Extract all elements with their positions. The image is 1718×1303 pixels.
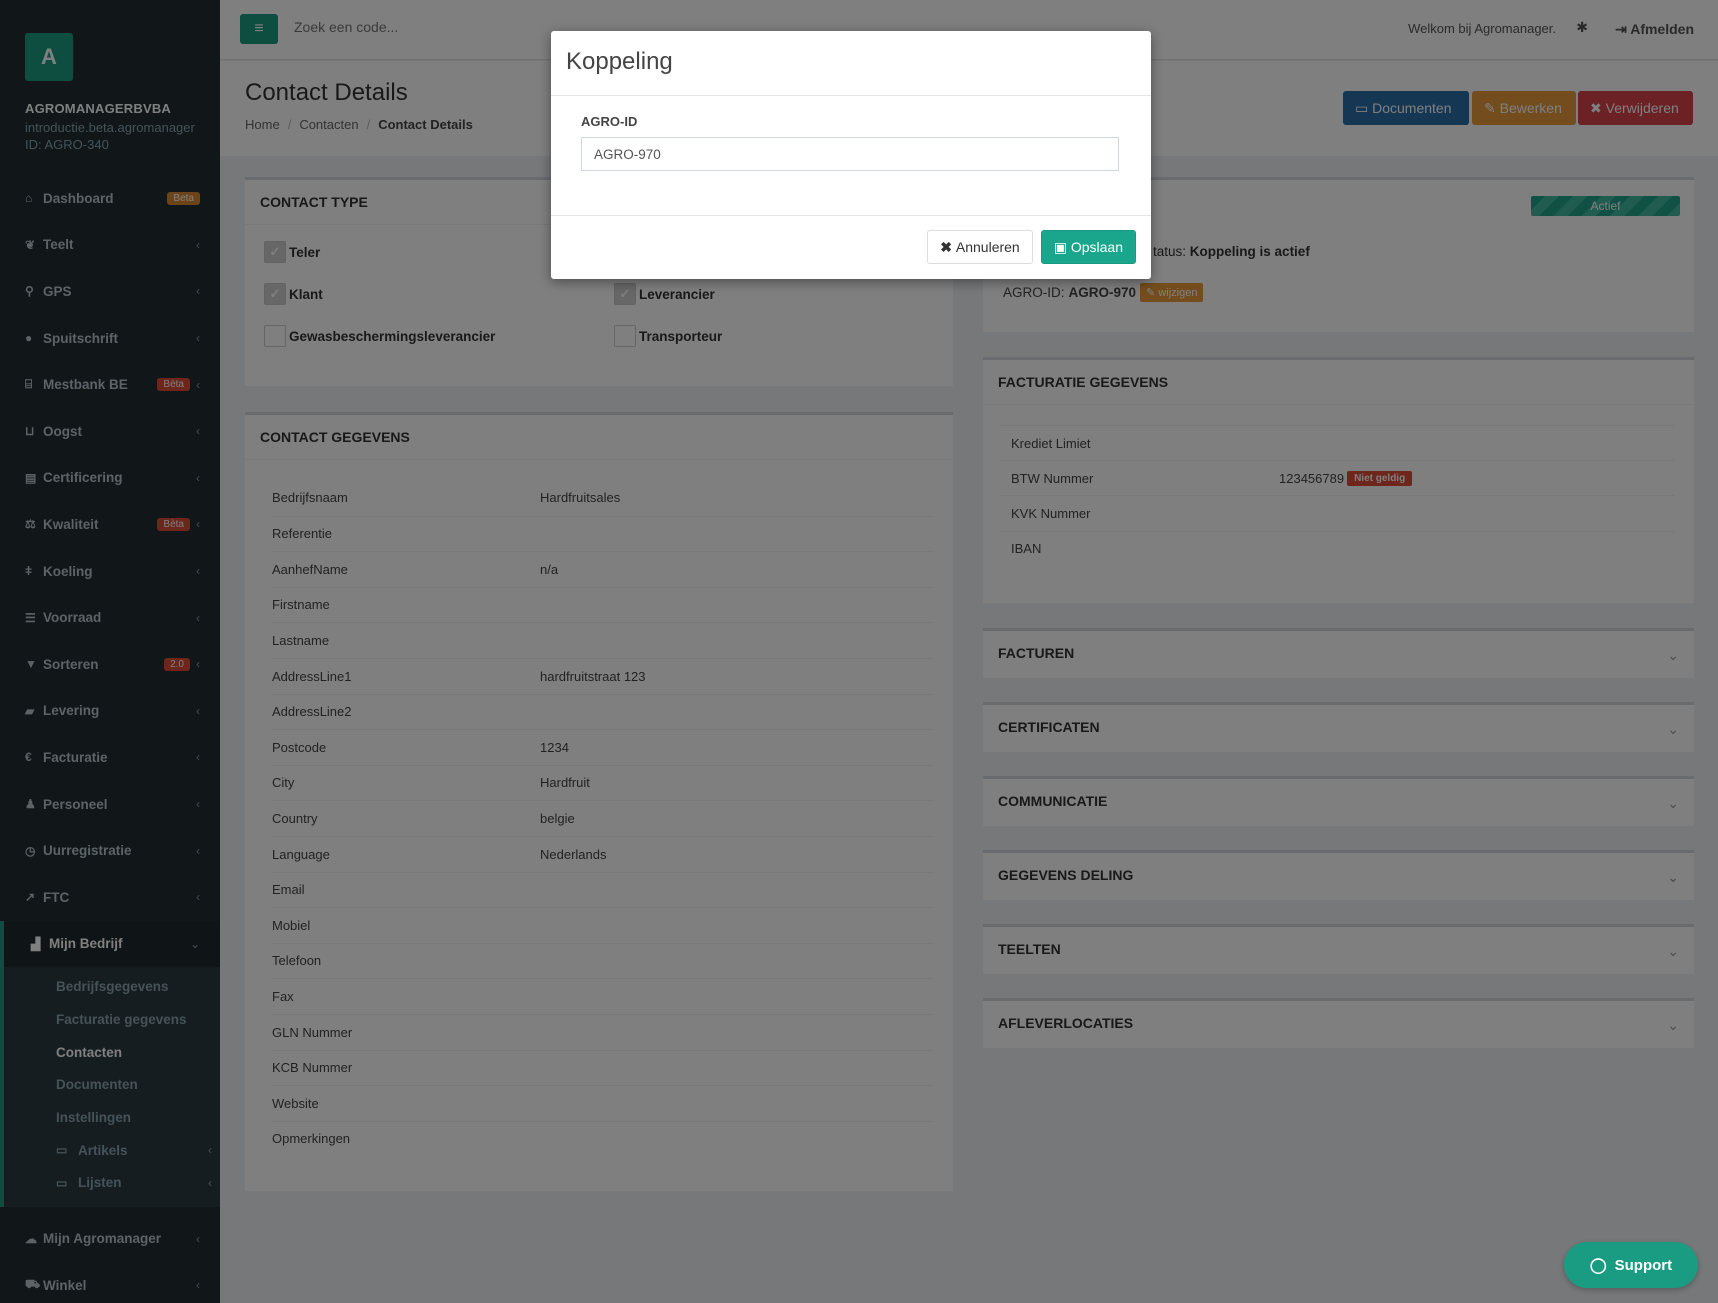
support-button[interactable]: ◯ Support (1564, 1242, 1698, 1288)
save-icon: ▣ (1053, 238, 1071, 255)
agro-id-field-label: AGRO-ID (581, 114, 638, 129)
cancel-button-label: Annuleren (955, 239, 1020, 255)
modal-footer: ✖ Annuleren ▣ Opslaan (927, 230, 1136, 264)
cancel-button[interactable]: ✖ Annuleren (927, 230, 1033, 264)
modal-body: AGRO-ID (551, 96, 1151, 216)
support-button-label: Support (1614, 1256, 1673, 1274)
koppeling-modal: Koppeling AGRO-ID ✖ Annuleren ▣ Opslaan (551, 31, 1151, 279)
agro-id-input[interactable] (581, 137, 1119, 171)
save-button-label: Opslaan (1070, 239, 1123, 255)
modal-title: Koppeling (551, 31, 1151, 96)
chat-icon: ◯ (1589, 1257, 1607, 1274)
close-icon: ✖ (940, 238, 956, 255)
save-button[interactable]: ▣ Opslaan (1040, 230, 1136, 264)
